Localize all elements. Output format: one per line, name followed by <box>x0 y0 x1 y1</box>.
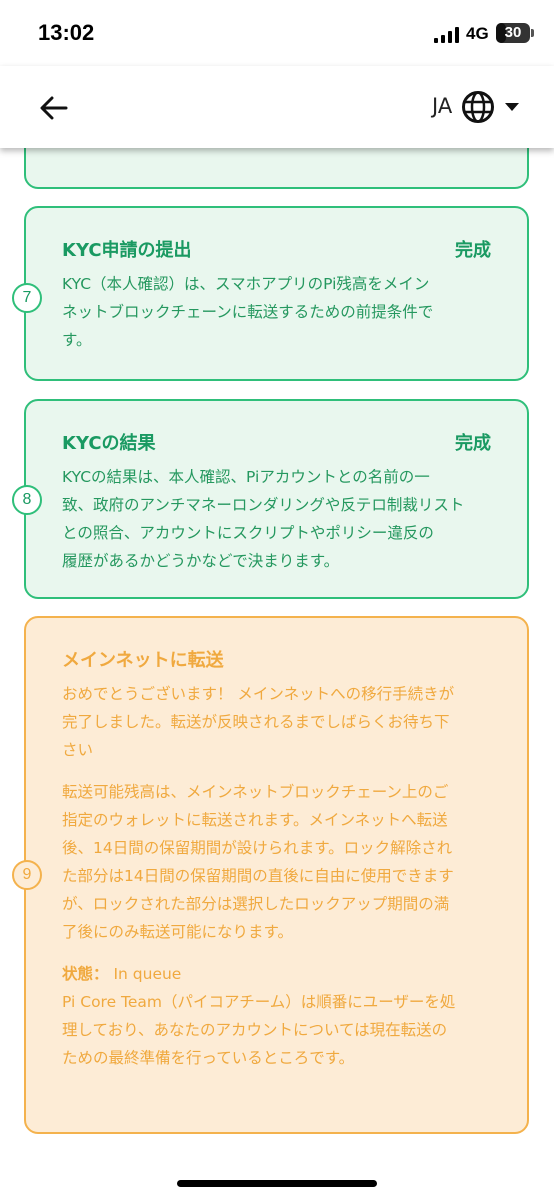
status-value: In queue <box>113 965 182 983</box>
description-line: が、ロックされた部分は選択したロックアップ期間の満 <box>62 895 450 913</box>
step-transfer-details: 転送可能残高は、メインネットブロックチェーン上のご 指定のウォレットに転送されま… <box>62 778 502 946</box>
step-number-badge: 8 <box>12 485 42 515</box>
signal-icon <box>434 27 459 43</box>
description-line: 転送可能残高は、メインネットブロックチェーン上のご <box>62 783 449 801</box>
description-line: さい <box>62 741 94 759</box>
description-line: 指定のウォレットに転送されます。メインネットへ転送 <box>62 811 448 829</box>
app-header: JA <box>0 66 554 148</box>
step-title: メインネットに転送 <box>62 650 224 671</box>
battery-percent: 30 <box>504 24 522 41</box>
description-line: KYCの結果は、本人確認、Piアカウントとの名前の一 <box>62 468 430 486</box>
description-line: ネットブロックチェーンに転送するための前提条件で <box>62 303 434 321</box>
step-title: KYCの結果 <box>62 433 156 454</box>
step-queue-status: 状態： In queue Pi Core Team（パイコアチーム）は順番にユー… <box>62 960 502 1072</box>
step-card-mainnet-transfer: 9 メインネットに転送 おめでとうございます！ メインネットへの移行手続きが 完… <box>12 616 529 1134</box>
status-bar: 13:02 4G 30 <box>0 0 554 66</box>
steps-list: 7 KYC申請の提出 完成 KYC（本人確認）は、スマホアプリのPi残高をメイン… <box>0 148 554 1200</box>
description-line: 了後にのみ転送可能になります。 <box>62 923 293 941</box>
step-description: KYC（本人確認）は、スマホアプリのPi残高をメイン ネットブロックチェーンに転… <box>62 270 502 354</box>
home-indicator <box>177 1180 377 1187</box>
description-line: た部分は14日間の保留期間の直後に自由に使用できます <box>62 867 454 885</box>
status-line: 状態： In queue <box>62 960 502 988</box>
back-button[interactable] <box>36 90 72 126</box>
arrow-left-icon <box>40 96 68 120</box>
step-card-kyc-submission: 7 KYC申請の提出 完成 KYC（本人確認）は、スマホアプリのPi残高をメイン… <box>12 206 529 381</box>
step-intro: おめでとうございます！ メインネットへの移行手続きが 完了しました。転送が反映さ… <box>62 680 502 764</box>
description-line: Pi Core Team（パイコアチーム）は順番にユーザーを処 <box>62 993 456 1011</box>
step-number-badge: 9 <box>12 860 42 890</box>
description-line: ための最終準備を行っているところです。 <box>62 1049 355 1067</box>
step-status: 完成 <box>455 240 491 261</box>
description-line: 後、14日間の保留期間が設けられます。ロック解除され <box>62 839 453 857</box>
description-line: おめでとうございます！ メインネットへの移行手続きが <box>62 685 455 703</box>
step-description: KYCの結果は、本人確認、Piアカウントとの名前の一 致、政府のアンチマネーロン… <box>62 463 502 575</box>
description-line: 履歴があるかどうかなどで決まります。 <box>62 552 340 570</box>
step-title: KYC申請の提出 <box>62 240 192 261</box>
battery-icon: 30 <box>496 23 530 43</box>
language-code[interactable]: JA <box>432 94 452 118</box>
network-type: 4G <box>466 24 489 43</box>
step-number-badge: 7 <box>12 283 42 313</box>
status-time: 13:02 <box>38 20 95 45</box>
caret-down-icon[interactable] <box>504 102 520 112</box>
step-card-previous <box>24 148 529 189</box>
description-line: 致、政府のアンチマネーロンダリングや反テロ制裁リスト <box>62 496 465 514</box>
battery-nub <box>531 29 534 37</box>
description-line: KYC（本人確認）は、スマホアプリのPi残高をメイン <box>62 275 430 293</box>
description-line: との照合、アカウントにスクリプトやポリシー違反の <box>62 524 434 542</box>
description-line: 理しており、あなたのアカウントについては現在転送の <box>62 1021 448 1039</box>
status-label: 状態： <box>62 965 109 983</box>
description-line: す。 <box>62 331 92 349</box>
description-line: 完了しました。転送が反映されるまでしばらくお待ち下 <box>62 713 450 731</box>
step-card-kyc-result: 8 KYCの結果 完成 KYCの結果は、本人確認、Piアカウントとの名前の一 致… <box>12 399 529 599</box>
globe-icon[interactable] <box>461 90 495 124</box>
step-status: 完成 <box>455 433 491 454</box>
